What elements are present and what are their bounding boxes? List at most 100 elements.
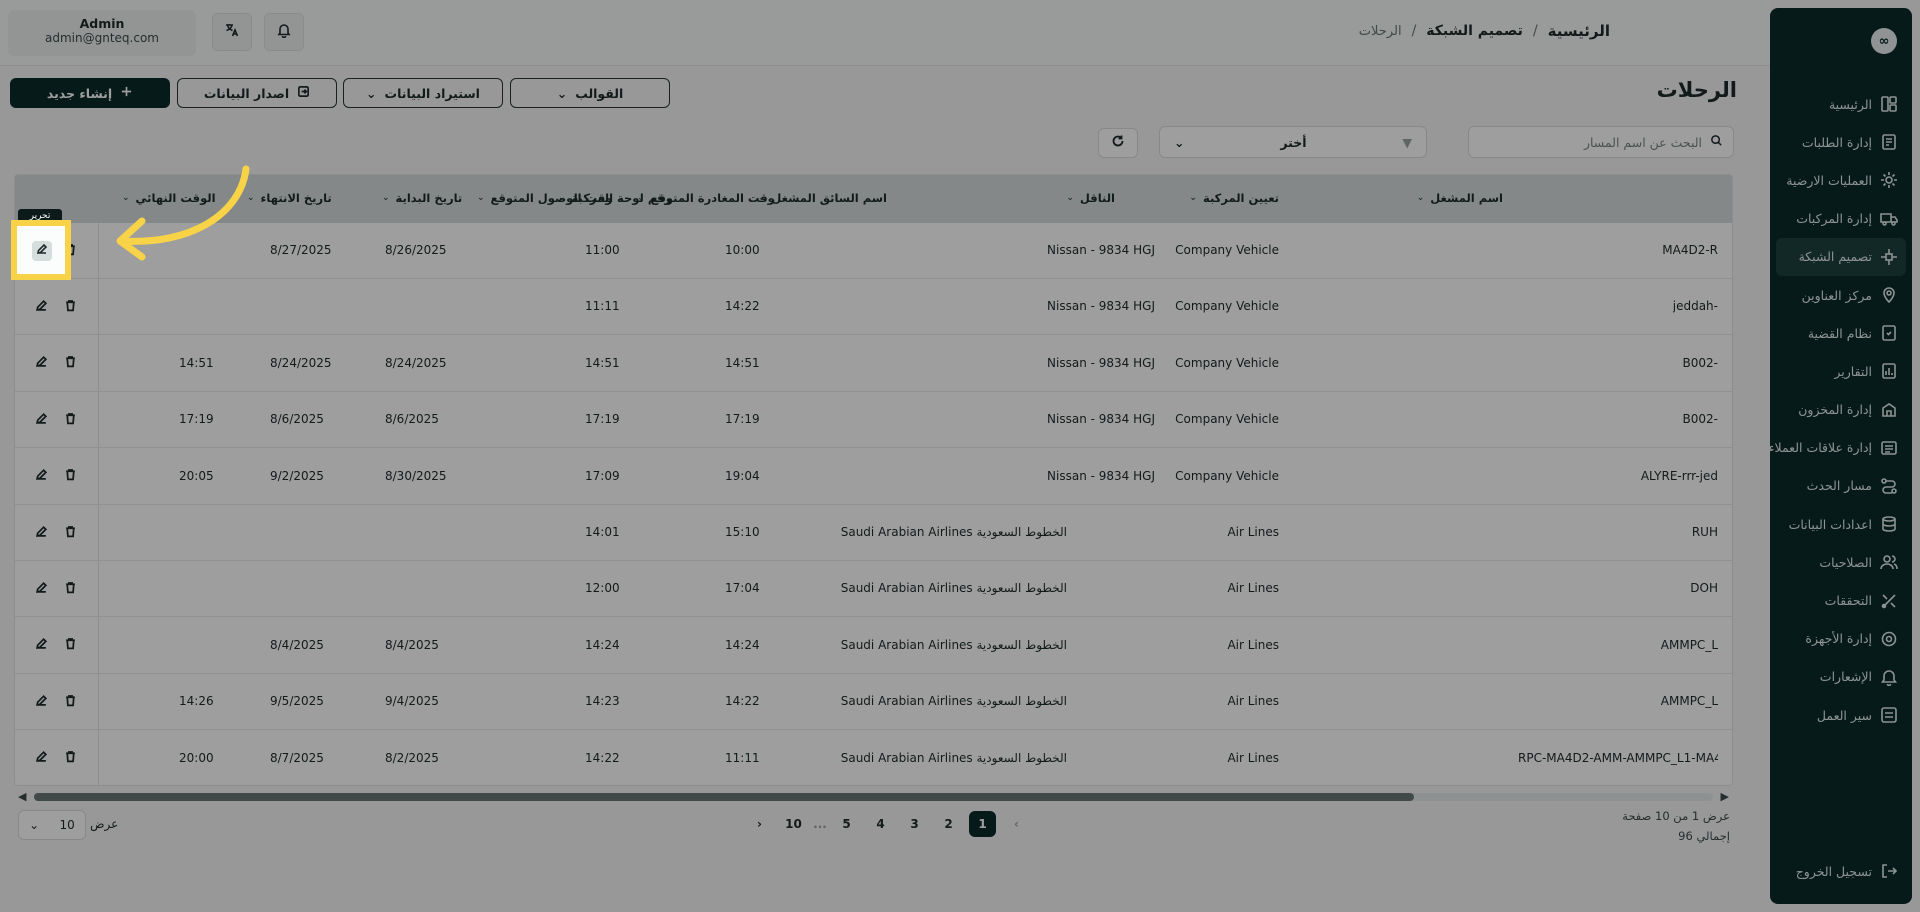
edit-button[interactable]	[31, 523, 51, 543]
page-button[interactable]: 3	[901, 811, 928, 837]
search-icon	[1710, 134, 1723, 150]
templates-dropdown[interactable]: ⌄ القوالب	[510, 78, 670, 108]
cell-vehicle: Air Lines	[1227, 581, 1279, 596]
notifications-button[interactable]	[264, 13, 304, 51]
column-header-start-date[interactable]: ⌄ تاريخ البداية	[382, 191, 462, 205]
cell-departure: 15:10	[725, 525, 760, 539]
app-logo[interactable]: ∞	[1871, 28, 1897, 54]
filter-select[interactable]: ⌄ أختر ▼	[1159, 126, 1427, 158]
sidebar-item-users[interactable]: الصلاحيات	[1770, 543, 1912, 581]
column-header-carrier[interactable]: ⌄ الناقل	[1066, 191, 1115, 205]
sidebar-item-case[interactable]: نظام القضية	[1770, 314, 1912, 352]
sidebar-item-workflow[interactable]: سير العمل	[1770, 696, 1912, 734]
edit-button[interactable]	[31, 467, 51, 487]
column-header-departure[interactable]: ⌄ وقت المغادرة المتوقع	[637, 191, 775, 205]
page-button[interactable]: 4	[867, 811, 894, 837]
edit-button[interactable]	[31, 692, 51, 712]
scrollbar-thumb[interactable]	[34, 793, 1414, 801]
funnel-icon: ▼	[1402, 134, 1412, 150]
logout-button[interactable]: تسجيل الخروج	[1796, 862, 1898, 880]
cell-start-date: 8/4/2025	[385, 637, 439, 652]
delete-button[interactable]	[60, 467, 80, 487]
breadcrumb-current: الرحلات	[1358, 23, 1402, 39]
delete-button[interactable]	[60, 692, 80, 712]
scroll-left-icon[interactable]: ◀	[18, 790, 26, 803]
cell-end-date: 8/27/2025	[270, 243, 332, 257]
delete-button[interactable]	[60, 523, 80, 543]
user-profile[interactable]: Admin admin@gnteq.com	[8, 10, 196, 56]
edit-button[interactable]	[31, 354, 51, 374]
sidebar-item-truck[interactable]: إدارة المركبات	[1770, 200, 1912, 238]
top-bar: Admin admin@gnteq.com الرحلات / تصميم ال…	[0, 0, 1770, 66]
cell-arrival: 12:00	[585, 581, 620, 596]
edit-button[interactable]	[31, 749, 51, 769]
cell-arrival: 14:22	[585, 750, 620, 765]
sidebar-item-event-path[interactable]: مسار الحدث	[1770, 467, 1912, 505]
page-button[interactable]: 10	[780, 811, 807, 837]
sidebar-item-location[interactable]: مركز العناوين	[1770, 276, 1912, 314]
breadcrumb-network-design[interactable]: تصميم الشبكة	[1426, 23, 1523, 39]
sidebar-item-reports[interactable]: التقارير	[1770, 352, 1912, 390]
sidebar-item-bell[interactable]: الإشعارات	[1770, 658, 1912, 696]
sidebar-item-inventory[interactable]: إدارة المخزون	[1770, 391, 1912, 429]
cell-final-time: 20:05	[179, 468, 214, 483]
search-input[interactable]: البحث عن اسم المسار	[1468, 126, 1734, 158]
column-header-arrival[interactable]: ⌄ وقت الوصول المتوقع	[477, 191, 612, 205]
delete-button[interactable]	[60, 749, 80, 769]
language-button[interactable]	[212, 13, 252, 51]
next-page-button[interactable]: ›	[746, 811, 773, 837]
cell-operator: AMMPC_L	[1660, 694, 1718, 709]
trash-icon	[64, 750, 77, 767]
bell-icon	[276, 22, 292, 42]
per-page-select[interactable]: ⌄ 10	[18, 810, 86, 840]
sidebar-item-ground-ops[interactable]: العمليات الارضية	[1770, 161, 1912, 199]
delete-button[interactable]	[60, 410, 80, 430]
page-button[interactable]: 5	[833, 811, 860, 837]
import-data-dropdown[interactable]: ⌄ استيراد البيانات	[343, 78, 503, 108]
sidebar-item-orders[interactable]: إدارة الطلبات	[1770, 123, 1912, 161]
delete-button[interactable]	[60, 354, 80, 374]
cell-final-time: 17:19	[179, 412, 214, 427]
horizontal-scrollbar[interactable]: ◀ ▶	[14, 789, 1733, 803]
scroll-right-icon[interactable]: ▶	[1721, 790, 1729, 803]
cell-vehicle: Company Vehicle	[1175, 412, 1279, 427]
column-header-vehicle[interactable]: ⌄ تعيين المركبة	[1189, 191, 1279, 205]
refresh-button[interactable]	[1098, 128, 1138, 158]
sidebar-item-crm[interactable]: إدارة علاقات العملاء	[1769, 429, 1912, 467]
logout-label: تسجيل الخروج	[1795, 863, 1872, 879]
edit-button[interactable]	[31, 297, 51, 317]
create-new-label: إنشاء جديد	[46, 85, 113, 101]
delete-button[interactable]	[60, 579, 80, 599]
edit-button[interactable]	[31, 579, 51, 599]
page-button-current[interactable]: 1	[969, 811, 996, 837]
column-header-driver[interactable]: ⌄ اسم السائق المشغل	[758, 191, 887, 205]
sidebar-item-validation[interactable]: التحققات	[1770, 581, 1912, 619]
templates-label: القوالب	[575, 85, 624, 101]
sidebar-item-network[interactable]: تصميم الشبكة	[1776, 237, 1906, 276]
sidebar-item-devices[interactable]: إدارة الأجهزة	[1770, 620, 1912, 658]
page-info-text: عرض 1 من 10 صفحة	[1622, 809, 1730, 823]
cell-carrier: Nissan - 9834 HGJ	[1047, 243, 1155, 257]
import-data-label: استيراد البيانات	[384, 85, 480, 101]
cell-arrival: 14:23	[585, 694, 620, 709]
edit-button-highlighted[interactable]	[32, 241, 52, 261]
sidebar-item-label: اعدادات البيانات	[1788, 516, 1872, 532]
create-new-button[interactable]: إنشاء جديد	[10, 78, 170, 108]
breadcrumb-home[interactable]: الرئيسية	[1548, 22, 1610, 40]
export-data-label: اصدار البيانات	[203, 85, 290, 101]
sidebar-item-label: مسار الحدث	[1806, 478, 1872, 494]
edit-button[interactable]	[31, 636, 51, 656]
edit-button[interactable]	[31, 410, 51, 430]
sidebar-item-database[interactable]: اعدادات البيانات	[1770, 505, 1912, 543]
delete-button[interactable]	[60, 297, 80, 317]
sidebar-item-dashboard[interactable]: الرئيسية	[1770, 85, 1912, 123]
cell-arrival: 14:51	[585, 355, 620, 370]
filter-value: أختر	[1280, 134, 1307, 150]
column-header-operator[interactable]: ⌄ اسم المشغل	[1417, 191, 1503, 205]
cell-departure: 19:04	[725, 468, 760, 483]
pagination: › 10 ... 5 4 3 2 1 ‹	[746, 811, 1030, 837]
delete-button[interactable]	[60, 636, 80, 656]
export-data-button[interactable]: اصدار البيانات	[177, 78, 337, 108]
page-button[interactable]: 2	[935, 811, 962, 837]
prev-page-button[interactable]: ‹	[1003, 811, 1030, 837]
